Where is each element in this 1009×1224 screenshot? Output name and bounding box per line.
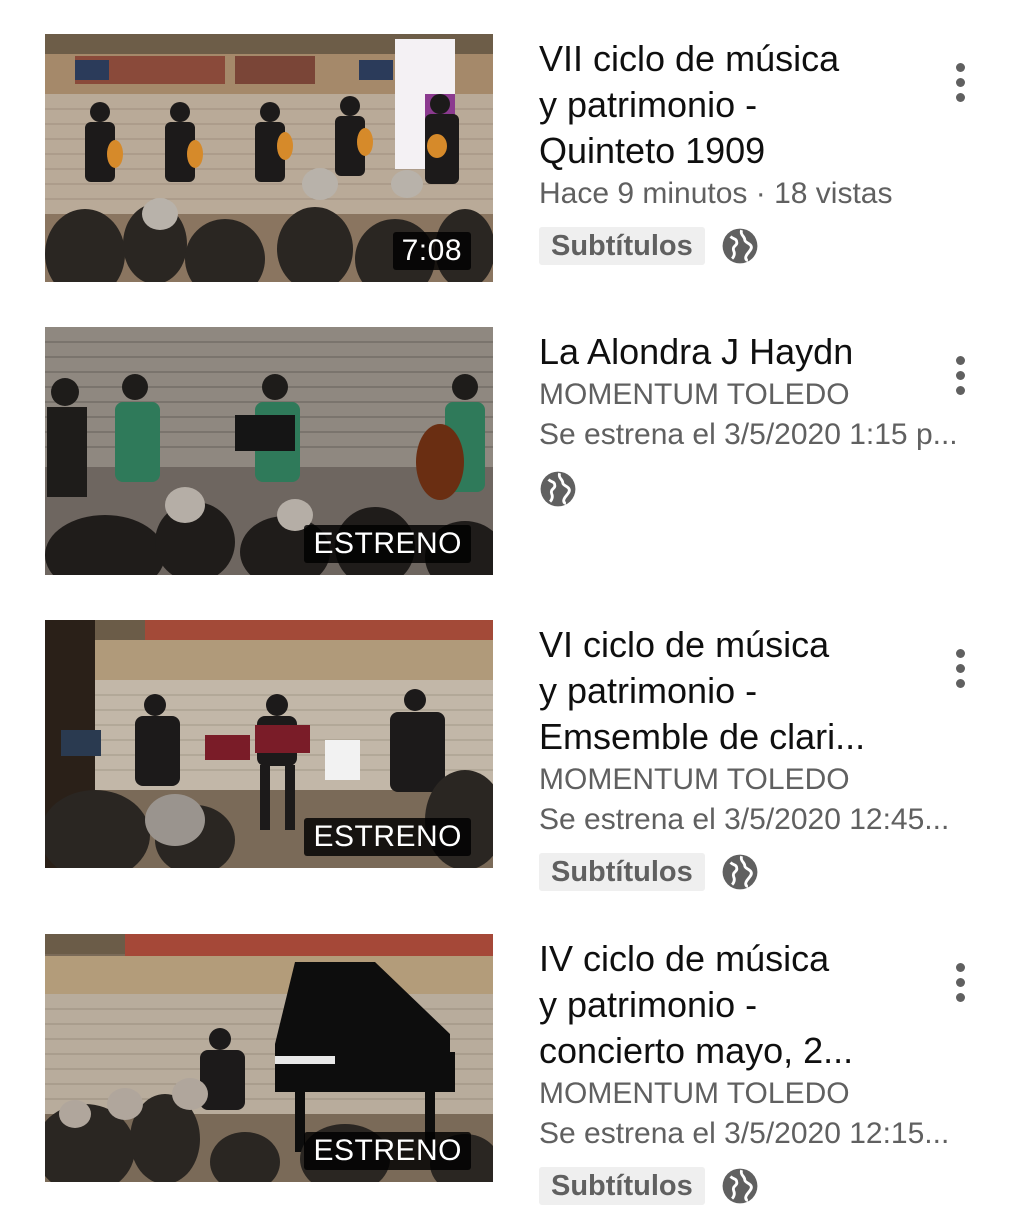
video-badges: Subtítulos [539,226,949,266]
premiere-badge: ESTRENO [304,818,471,856]
premiere-badge: ESTRENO [304,1132,471,1170]
video-badges: Subtítulos [539,852,949,892]
video-title[interactable]: VII ciclo de música y patrimonio - Quint… [539,36,949,174]
more-options-button[interactable] [940,952,980,1012]
video-thumbnail[interactable]: ESTRENO [45,934,493,1182]
video-title[interactable]: VI ciclo de música y patrimonio - Emsemb… [539,622,949,760]
video-meta: Hace 9 minutos · 18 vistas [539,177,893,210]
video-details[interactable]: IV ciclo de música y patrimonio - concie… [539,934,949,1206]
globe-icon [721,227,759,265]
video-item[interactable]: ESTRENO IV ciclo de música y patrimonio … [0,934,1009,1224]
premiere-badge: ESTRENO [304,525,471,563]
video-title[interactable]: La Alondra J Haydn [539,329,949,375]
video-title[interactable]: IV ciclo de música y patrimonio - concie… [539,936,949,1074]
premiere-date: Se estrena el 3/5/2020 12:45... [539,803,950,836]
video-item[interactable]: ESTRENO VI ciclo de música y patrimonio … [0,620,1009,910]
video-item[interactable]: 7:08 VII ciclo de música y patrimonio - … [0,34,1009,324]
video-thumbnail[interactable]: ESTRENO [45,620,493,868]
globe-icon [721,1167,759,1205]
video-badges [539,469,949,509]
video-thumbnail[interactable]: ESTRENO [45,327,493,575]
more-options-button[interactable] [940,638,980,698]
video-details[interactable]: La Alondra J Haydn MOMENTUM TOLEDO Se es… [539,327,958,509]
premiere-date: Se estrena el 3/5/2020 12:15... [539,1117,950,1150]
video-badges: Subtítulos [539,1166,949,1206]
premiere-date: Se estrena el 3/5/2020 1:15 p... [539,418,958,451]
channel-name[interactable]: MOMENTUM TOLEDO [539,760,1009,800]
more-options-button[interactable] [940,345,980,405]
subtitles-chip: Subtítulos [539,1167,705,1205]
video-item[interactable]: ESTRENO La Alondra J Haydn MOMENTUM TOLE… [0,327,1009,617]
video-details[interactable]: VI ciclo de música y patrimonio - Emsemb… [539,620,949,892]
video-details[interactable]: VII ciclo de música y patrimonio - Quint… [539,34,949,266]
globe-icon [721,853,759,891]
globe-icon [539,470,577,508]
channel-name[interactable]: MOMENTUM TOLEDO [539,375,1009,415]
subtitles-chip: Subtítulos [539,227,705,265]
channel-name[interactable]: MOMENTUM TOLEDO [539,1074,1009,1114]
duration-badge: 7:08 [392,232,471,270]
video-thumbnail[interactable]: 7:08 [45,34,493,282]
more-options-button[interactable] [940,52,980,112]
subtitles-chip: Subtítulos [539,853,705,891]
video-feed: 7:08 VII ciclo de música y patrimonio - … [0,0,1009,1205]
